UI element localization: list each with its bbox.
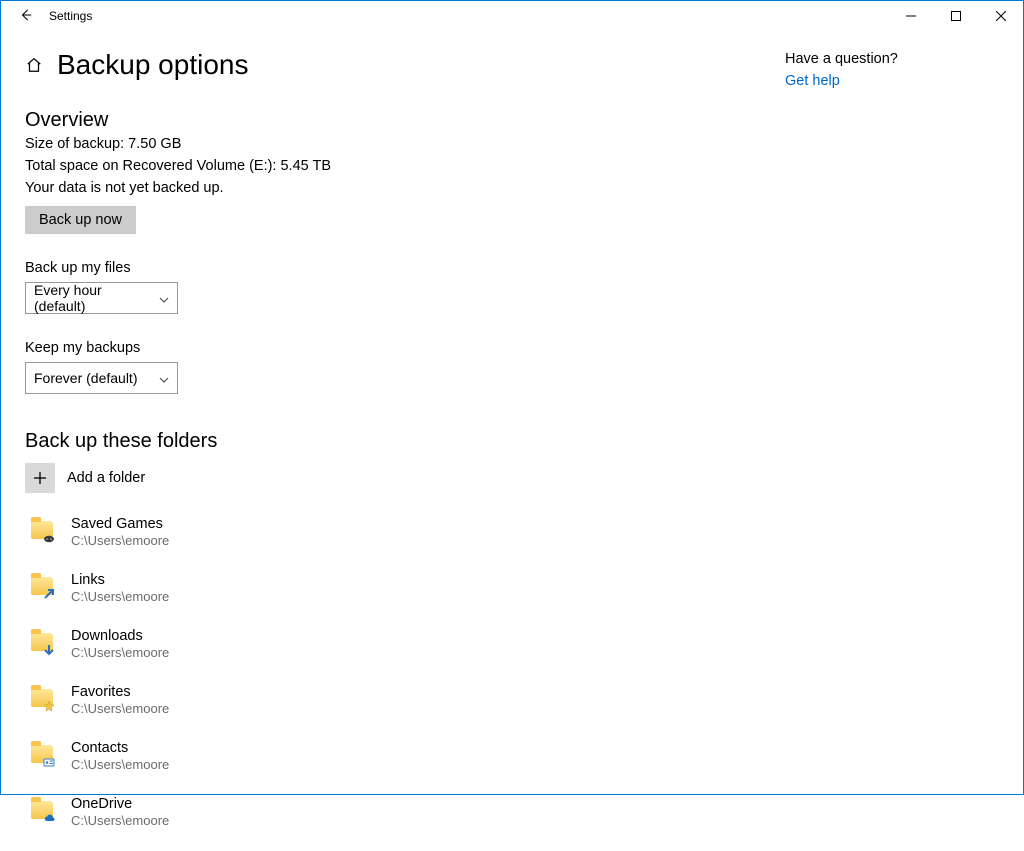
plus-icon <box>25 463 55 493</box>
total-space-text: Total space on Recovered Volume (E:): 5.… <box>25 158 765 174</box>
folder-path: C:\Users\emoore <box>71 757 169 773</box>
help-head: Have a question? <box>785 51 999 67</box>
frequency-label: Back up my files <box>25 260 765 276</box>
folder-name: Contacts <box>71 739 169 757</box>
folder-name: Saved Games <box>71 515 169 533</box>
back-arrow-icon <box>19 8 33 25</box>
back-button[interactable] <box>9 1 43 31</box>
card-overlay-icon <box>43 755 55 767</box>
overview-head: Overview <box>25 109 765 132</box>
folder-name: Downloads <box>71 627 169 645</box>
chevron-down-icon <box>159 290 169 306</box>
minimize-button[interactable] <box>888 1 933 31</box>
get-help-link[interactable]: Get help <box>785 73 999 89</box>
folder-icon <box>31 687 57 713</box>
retention-dropdown[interactable]: Forever (default) <box>25 362 178 394</box>
backup-size-text: Size of backup: 7.50 GB <box>25 136 765 152</box>
down-overlay-icon <box>43 643 55 655</box>
folder-icon <box>31 575 57 601</box>
folder-item[interactable]: FavoritesC:\Users\emoore <box>25 683 765 717</box>
frequency-value: Every hour (default) <box>34 282 151 314</box>
backup-now-button[interactable]: Back up now <box>25 206 136 234</box>
home-icon[interactable] <box>25 56 43 74</box>
app-title: Settings <box>49 9 92 23</box>
folder-item[interactable]: ContactsC:\Users\emoore <box>25 739 765 773</box>
chevron-down-icon <box>159 370 169 386</box>
close-icon <box>996 8 1006 24</box>
cloud-overlay-icon <box>43 811 55 823</box>
add-folder-label: Add a folder <box>67 470 145 486</box>
folder-path: C:\Users\emoore <box>71 645 169 661</box>
frequency-dropdown[interactable]: Every hour (default) <box>25 282 178 314</box>
folder-icon <box>31 743 57 769</box>
window-controls <box>888 1 1023 31</box>
titlebar: Settings <box>1 1 1023 31</box>
controller-overlay-icon <box>43 531 55 543</box>
folder-name: Favorites <box>71 683 169 701</box>
arrow-overlay-icon <box>43 587 55 599</box>
folder-name: Links <box>71 571 169 589</box>
close-button[interactable] <box>978 1 1023 31</box>
folder-icon <box>31 799 57 825</box>
retention-label: Keep my backups <box>25 340 765 356</box>
folder-item[interactable]: LinksC:\Users\emoore <box>25 571 765 605</box>
star-overlay-icon <box>43 699 55 711</box>
folder-item[interactable]: DownloadsC:\Users\emoore <box>25 627 765 661</box>
folder-icon <box>31 519 57 545</box>
page-title: Backup options <box>57 49 248 81</box>
folder-name: OneDrive <box>71 795 169 813</box>
folder-item[interactable]: Saved GamesC:\Users\emoore <box>25 515 765 549</box>
folder-path: C:\Users\emoore <box>71 701 169 717</box>
retention-value: Forever (default) <box>34 370 137 386</box>
folder-path: C:\Users\emoore <box>71 589 169 605</box>
minimize-icon <box>906 8 916 24</box>
maximize-icon <box>951 8 961 24</box>
maximize-button[interactable] <box>933 1 978 31</box>
backup-status-text: Your data is not yet backed up. <box>25 180 765 196</box>
folders-head: Back up these folders <box>25 430 765 453</box>
add-folder-button[interactable]: Add a folder <box>25 463 765 493</box>
folder-path: C:\Users\emoore <box>71 533 169 549</box>
folder-icon <box>31 631 57 657</box>
folder-item[interactable]: OneDriveC:\Users\emoore <box>25 795 765 829</box>
folder-path: C:\Users\emoore <box>71 813 169 829</box>
